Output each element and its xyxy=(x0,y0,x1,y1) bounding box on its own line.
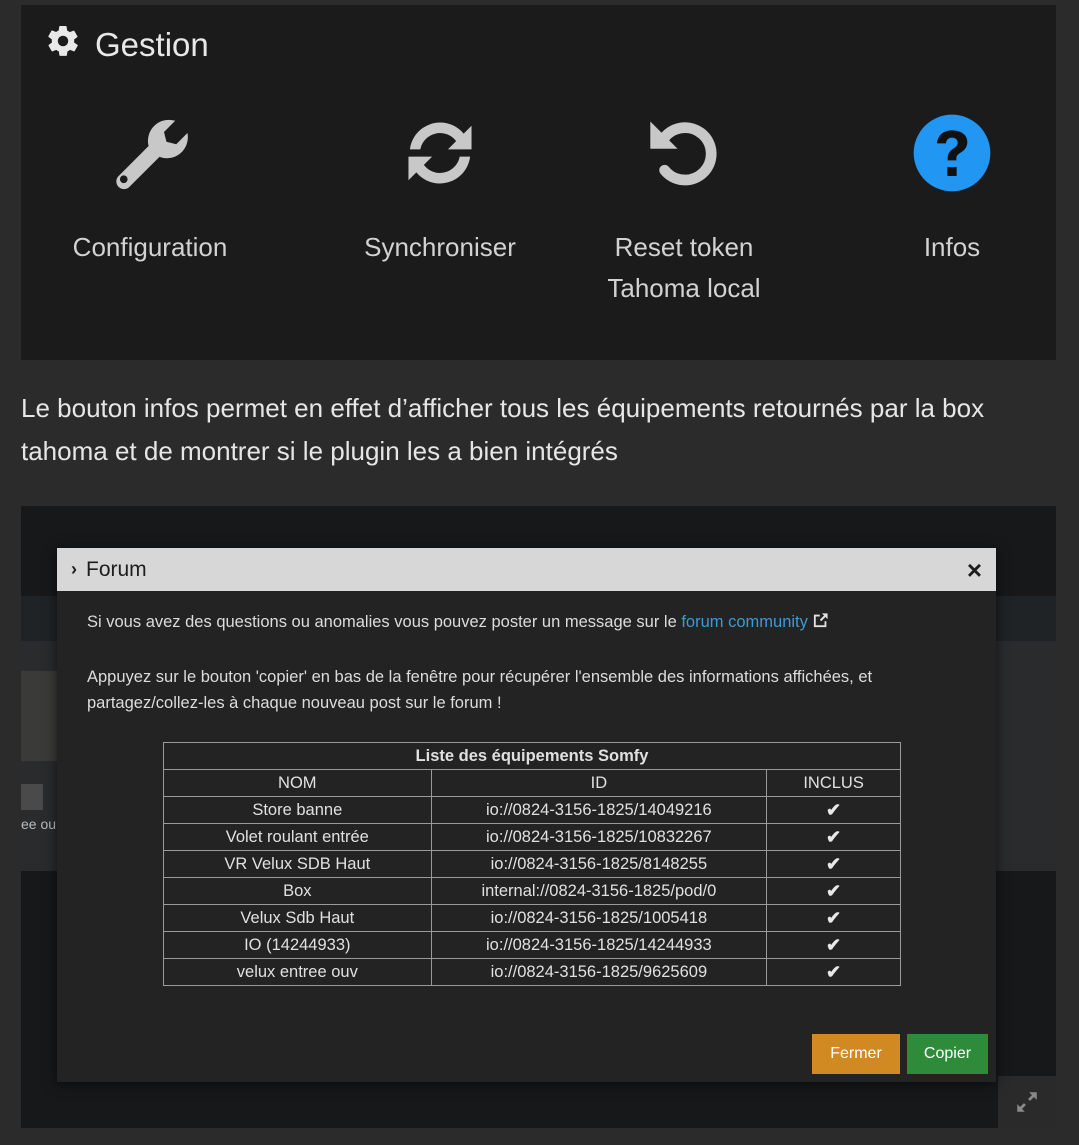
close-icon[interactable]: × xyxy=(967,555,982,586)
background-partial-text: ee ou xyxy=(21,816,57,832)
table-row: Volet roulant entrée io://0824-3156-1825… xyxy=(163,823,901,851)
cell-id: io://0824-3156-1825/1005418 xyxy=(430,904,768,932)
background-thumbnail-small xyxy=(21,784,43,810)
copier-button[interactable]: Copier xyxy=(907,1034,988,1074)
cell-nom: velux entree ouv xyxy=(163,958,432,986)
column-header-id: ID xyxy=(430,769,768,797)
gestion-panel: Gestion Configuration Synchroniser Reset… xyxy=(21,5,1056,360)
expand-button[interactable] xyxy=(998,1076,1056,1128)
synchroniser-button[interactable]: Synchroniser xyxy=(325,100,555,268)
wrench-icon xyxy=(35,100,265,205)
check-icon: ✔ xyxy=(766,850,901,878)
check-icon: ✔ xyxy=(766,877,901,905)
background-thumbnail xyxy=(21,671,61,761)
modal-body: Si vous avez des questions ou anomalies … xyxy=(57,591,996,716)
check-icon: ✔ xyxy=(766,931,901,959)
table-row: Box internal://0824-3156-1825/pod/0 ✔ xyxy=(163,877,901,905)
description-paragraph: Le bouton infos permet en effet d’affich… xyxy=(21,393,985,466)
column-header-inclus: INCLUS xyxy=(766,769,901,797)
undo-icon xyxy=(569,100,799,205)
configuration-label: Configuration xyxy=(72,232,228,262)
gestion-header: Gestion xyxy=(45,25,209,65)
modal-instructions: Appuyez sur le bouton 'copier' en bas de… xyxy=(87,668,873,712)
modal-header: › Forum × xyxy=(57,548,996,591)
expand-icon xyxy=(1017,1092,1037,1112)
table-row: Store banne io://0824-3156-1825/14049216… xyxy=(163,796,901,824)
configuration-button[interactable]: Configuration xyxy=(35,100,265,268)
check-icon: ✔ xyxy=(766,958,901,986)
chevron-right-icon: › xyxy=(71,559,77,579)
cell-id: io://0824-3156-1825/14049216 xyxy=(430,796,768,824)
cell-nom: VR Velux SDB Haut xyxy=(163,850,432,878)
cell-nom: Velux Sdb Haut xyxy=(163,904,432,932)
synchroniser-label: Synchroniser xyxy=(364,232,516,262)
column-header-nom: NOM xyxy=(163,769,432,797)
reset-token-label: Reset token Tahoma local xyxy=(607,232,761,303)
infos-button[interactable]: Infos xyxy=(837,100,1067,268)
cell-id: io://0824-3156-1825/8148255 xyxy=(430,850,768,878)
forum-modal: › Forum × Si vous avez des questions ou … xyxy=(57,548,996,1082)
table-caption: Liste des équipements Somfy xyxy=(163,742,901,770)
cell-nom: IO (14244933) xyxy=(163,931,432,959)
external-link-icon[interactable] xyxy=(812,611,829,637)
infos-label: Infos xyxy=(923,232,981,262)
cell-nom: Volet roulant entrée xyxy=(163,823,432,851)
cell-id: internal://0824-3156-1825/pod/0 xyxy=(430,877,768,905)
cell-nom: Store banne xyxy=(163,796,432,824)
cell-nom: Box xyxy=(163,877,432,905)
cell-id: io://0824-3156-1825/9625609 xyxy=(430,958,768,986)
modal-title: Forum xyxy=(86,557,147,581)
table-row: Velux Sdb Haut io://0824-3156-1825/10054… xyxy=(163,904,901,932)
intro-text: Si vous avez des questions ou anomalies … xyxy=(87,613,682,631)
cell-id: io://0824-3156-1825/10832267 xyxy=(430,823,768,851)
cell-id: io://0824-3156-1825/14244933 xyxy=(430,931,768,959)
gestion-title: Gestion xyxy=(95,26,209,63)
equipment-table: Liste des équipements Somfy NOM ID INCLU… xyxy=(163,742,901,986)
fermer-button[interactable]: Fermer xyxy=(812,1034,900,1074)
modal-intro: Si vous avez des questions ou anomalies … xyxy=(87,609,966,637)
forum-community-link[interactable]: forum community xyxy=(681,613,808,631)
table-row: VR Velux SDB Haut io://0824-3156-1825/81… xyxy=(163,850,901,878)
gear-icon xyxy=(45,23,81,67)
question-circle-icon xyxy=(837,100,1067,205)
check-icon: ✔ xyxy=(766,904,901,932)
check-icon: ✔ xyxy=(766,823,901,851)
reset-token-button[interactable]: Reset token Tahoma local xyxy=(569,100,799,309)
sync-icon xyxy=(325,100,555,205)
table-row: velux entree ouv io://0824-3156-1825/962… xyxy=(163,958,901,986)
table-row: IO (14244933) io://0824-3156-1825/142449… xyxy=(163,931,901,959)
check-icon: ✔ xyxy=(766,796,901,824)
